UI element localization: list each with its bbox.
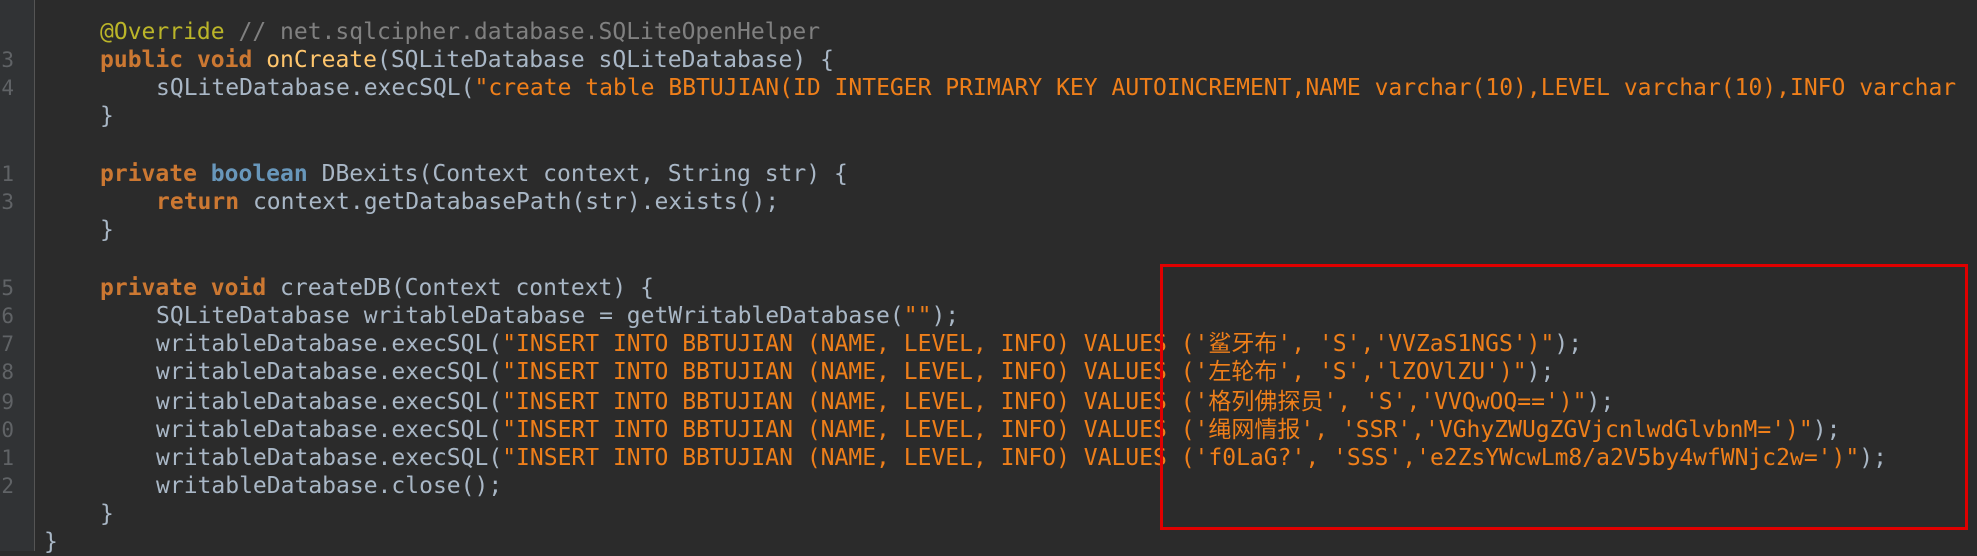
code-text: } <box>100 217 114 243</box>
keyword: void <box>210 275 267 301</box>
code-text: (SQLiteDatabase sQLiteDatabase) { <box>376 47 834 73</box>
code-text: } <box>100 103 114 129</box>
line-number: 5 <box>1 276 14 300</box>
line-number: 7 <box>1 332 14 356</box>
code-line-dbexits[interactable]: private boolean DBexits(Context context,… <box>100 160 848 188</box>
method-name: onCreate <box>266 47 377 73</box>
code-text: sQLiteDatabase.execSQL( <box>156 75 475 101</box>
code-text: writableDatabase.execSQL( <box>156 389 503 415</box>
line-number: 4 <box>1 76 14 100</box>
line-number: 8 <box>1 360 14 384</box>
code-text: writableDatabase.execSQL( <box>156 359 503 385</box>
line-number: 0 <box>1 418 14 442</box>
keyword: public <box>100 47 184 73</box>
line-number: 6 <box>1 304 14 328</box>
keyword: return <box>156 189 240 215</box>
code-text: writableDatabase.execSQL( <box>156 417 503 443</box>
line-number: 3 <box>1 48 14 72</box>
code-text: writableDatabase.execSQL( <box>156 445 503 471</box>
keyword: private <box>100 275 197 301</box>
string-literal: "create table BBTUJIAN(ID INTEGER PRIMAR… <box>474 75 1957 101</box>
code-line-close-db[interactable]: writableDatabase.close(); <box>156 472 502 500</box>
code-line-create-table[interactable]: sQLiteDatabase.execSQL("create table BBT… <box>156 74 1956 102</box>
code-line-get-writable[interactable]: SQLiteDatabase writableDatabase = getWri… <box>156 302 959 330</box>
code-line-oncreate[interactable]: public void onCreate(SQLiteDatabase sQLi… <box>100 46 834 74</box>
code-text: ); <box>931 303 960 329</box>
method-name: createDB <box>280 275 391 301</box>
code-text: context.getDatabasePath(str).exists(); <box>239 189 780 215</box>
keyword: private <box>100 161 197 187</box>
annotation: @Override <box>100 19 225 45</box>
keyword: void <box>196 47 253 73</box>
code-text: } <box>44 529 58 555</box>
code-line-close-brace[interactable]: } <box>100 500 114 528</box>
line-number: 9 <box>1 390 14 414</box>
line-number: 1 <box>1 162 14 186</box>
code-line-close-brace[interactable]: } <box>100 102 114 130</box>
code-line-class-close-brace[interactable]: } <box>44 528 58 556</box>
line-number: 1 <box>1 446 14 470</box>
code-text: (Context context) { <box>390 275 654 301</box>
code-line-override[interactable]: @Override // net.sqlcipher.database.SQLi… <box>100 18 820 46</box>
code-line-return[interactable]: return context.getDatabasePath(str).exis… <box>156 188 779 216</box>
code-text: } <box>100 501 114 527</box>
line-number-gutter: 3 4 1 3 5 6 7 8 9 0 1 2 <box>0 0 35 551</box>
code-text: SQLiteDatabase writableDatabase = getWri… <box>156 303 904 329</box>
code-text: (Context context, String str) { <box>418 161 848 187</box>
line-number: 2 <box>1 474 14 498</box>
keyword: boolean <box>210 161 308 187</box>
method-name: DBexits <box>321 161 419 187</box>
line-number: 3 <box>1 190 14 214</box>
code-line-close-brace[interactable]: } <box>100 216 114 244</box>
string-literal: "" <box>903 303 932 329</box>
comment: // net.sqlcipher.database.SQLiteOpenHelp… <box>224 19 821 45</box>
code-text: writableDatabase.close(); <box>156 473 503 499</box>
code-line-createdb[interactable]: private void createDB(Context context) { <box>100 274 654 302</box>
code-text: writableDatabase.execSQL( <box>156 331 503 357</box>
highlight-annotation-box <box>1160 264 1968 530</box>
